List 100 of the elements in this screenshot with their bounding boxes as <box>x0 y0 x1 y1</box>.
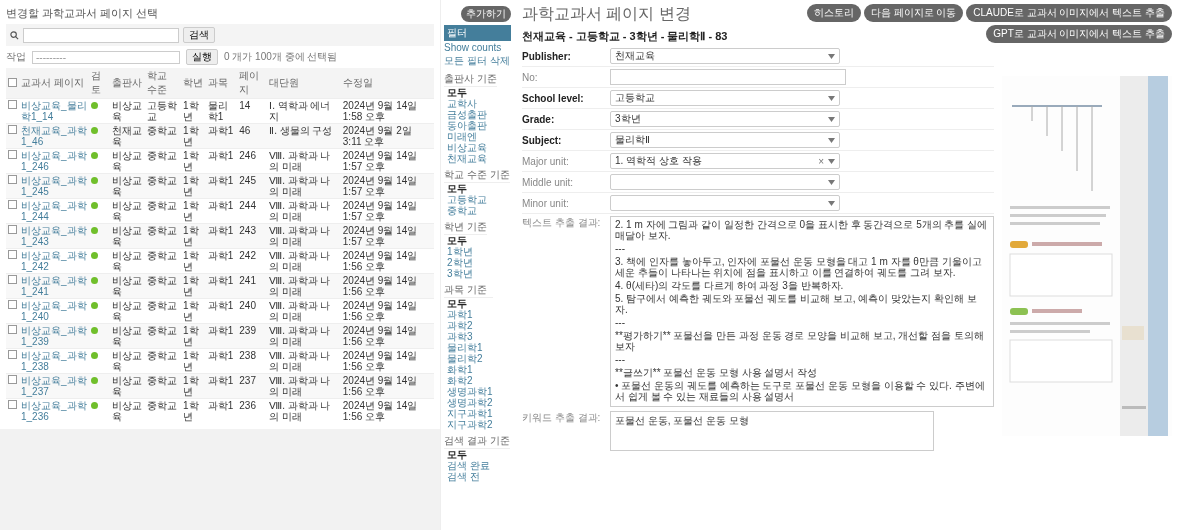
filter-option[interactable]: 금성출판 <box>444 109 497 120</box>
text-area[interactable]: 2. 1 m 자에 그림과 같이 일정한 간격으로 0을 표시한 후 동간격으로 5개의 추를 실에 매달아 보자. --- 3. 책에 인자를 놓아두고, 인자에 포물선 운동 모형을 대고 1 m 자를 θ만큼 기울이고 세운 추들이 나타나는 위치에 점을 표시하고 이를 연결하여 궤도를 그려 보자. 4. θ(세타)의 각도를 다르게 하여 과정 3을 반복하자. 5. 탐구에서 예측한 궤도와 포물선 궤도를 비교해 보고, 예측이 맞았는지 확인해 보자. --- **평가하기** 포물선을 만든 과정 운동 경로 모양을 비교해 보고, 개선할 점을 토의해 보자 --- **글쓰기** 포물선 운동 모형 사용 설명서 작성 • 포물선 운동의 궤도를 예측하는 도구로 포물선 운동 모형을 이용할 수 있다. 주변에서 쉽게 볼 수 있는 재료들의 사용 설명서 <box>610 216 994 407</box>
filter-option[interactable]: 비상교육 <box>444 142 497 153</box>
filter-option[interactable]: 생명과학2 <box>444 397 493 408</box>
select-field[interactable]: 천재교육 <box>610 48 840 64</box>
clear-icon[interactable]: × <box>818 155 824 167</box>
action-button[interactable]: CLAUDE로 교과서 이미지에서 텍스트 추출 <box>966 4 1172 22</box>
filter-section-title: 출판사 기준 <box>444 72 497 87</box>
add-button[interactable]: 추가하기 <box>461 6 511 22</box>
filter-option[interactable]: 과학1 <box>444 309 493 320</box>
row-checkbox[interactable] <box>8 150 17 159</box>
row-checkbox[interactable] <box>8 275 17 284</box>
search-field[interactable] <box>23 27 179 43</box>
row-checkbox[interactable] <box>8 300 17 309</box>
row-checkbox[interactable] <box>8 175 17 184</box>
row-checkbox[interactable] <box>8 225 17 234</box>
filter-option[interactable]: 모두 <box>444 183 510 194</box>
filter-option[interactable]: 동아출판 <box>444 120 497 131</box>
filter-option[interactable]: 화학1 <box>444 364 493 375</box>
row-link[interactable]: 비상교육_과학1_245 <box>21 175 87 197</box>
column-header[interactable]: 수정일 <box>340 68 434 99</box>
filter-option[interactable]: 모두 <box>444 298 493 309</box>
filter-option[interactable]: 2학년 <box>444 257 487 268</box>
filter-option[interactable]: 과학3 <box>444 331 493 342</box>
input-field[interactable] <box>610 69 846 85</box>
table-cell: 2024년 9월 14일 1:56 오후 <box>340 273 434 299</box>
row-link[interactable]: 비상교육_과학1_242 <box>21 250 87 272</box>
table-cell: 중학교 <box>144 273 182 299</box>
select-all-checkbox[interactable] <box>8 77 17 87</box>
filter-option[interactable]: 물리학2 <box>444 353 493 364</box>
row-link[interactable]: 비상교육_과학1_246 <box>21 150 87 172</box>
column-header[interactable]: 검토 <box>89 68 110 99</box>
field-label: Subject: <box>522 134 563 146</box>
row-link[interactable]: 비상교육_과학1_239 <box>21 325 87 347</box>
filter-section-title: 과목 기준 <box>444 283 493 298</box>
row-link[interactable]: 비상교육_과학1_240 <box>21 300 87 322</box>
row-link[interactable]: 비상교육_물리학1_14 <box>21 100 87 122</box>
filter-option[interactable]: 지구과학2 <box>444 419 493 430</box>
filter-option[interactable]: 천재교육 <box>444 153 497 164</box>
row-checkbox[interactable] <box>8 325 17 334</box>
action-button[interactable]: 다음 페이지로 이동 <box>863 4 964 22</box>
select-field[interactable] <box>610 195 840 211</box>
filter-option[interactable]: 모두 <box>444 87 497 98</box>
table-cell: 중학교 <box>144 223 182 249</box>
filter-section-title: 학교 수준 기준 <box>444 168 510 183</box>
filter-option[interactable]: 모두 <box>444 235 487 246</box>
field-label: Major unit: <box>522 155 570 167</box>
row-checkbox[interactable] <box>8 100 17 109</box>
row-checkbox[interactable] <box>8 350 17 359</box>
show-counts-link[interactable]: Show counts <box>444 42 502 53</box>
column-header[interactable]: 출판사 <box>109 68 145 99</box>
filter-option[interactable]: 화학2 <box>444 375 493 386</box>
filter-option[interactable]: 미래엔 <box>444 131 497 142</box>
column-header[interactable]: 페이지 <box>237 68 268 99</box>
row-checkbox[interactable] <box>8 125 17 134</box>
filter-option[interactable]: 검색 완료 <box>444 460 510 471</box>
column-header[interactable]: 학년 <box>181 68 206 99</box>
search-button[interactable]: 검색 <box>183 27 215 43</box>
column-header[interactable]: 과목 <box>205 68 238 99</box>
column-header[interactable]: 교과서 페이지 <box>19 68 89 99</box>
row-checkbox[interactable] <box>8 400 17 409</box>
row-link[interactable]: 비상교육_과학1_244 <box>21 200 87 222</box>
action-dropdown[interactable]: --------- <box>32 50 180 64</box>
filter-option[interactable]: 교학사 <box>444 98 497 109</box>
filter-option[interactable]: 중학교 <box>444 205 510 216</box>
filter-option[interactable]: 모두 <box>444 449 510 460</box>
column-header[interactable]: 대단원 <box>267 68 341 99</box>
clear-filters-link[interactable]: 모든 필터 삭제 <box>444 54 510 68</box>
action-button[interactable]: GPT로 교과서 이미지에서 텍스트 추출 <box>986 25 1172 43</box>
filter-option[interactable]: 고등학교 <box>444 194 510 205</box>
table-cell: 1학년 <box>181 398 206 423</box>
action-button[interactable]: 히스토리 <box>806 4 861 22</box>
filter-option[interactable]: 3학년 <box>444 268 487 279</box>
row-checkbox[interactable] <box>8 200 17 209</box>
filter-option[interactable]: 지구과학1 <box>444 408 493 419</box>
filter-option[interactable]: 검색 전 <box>444 471 510 482</box>
select-field[interactable]: 고등학교 <box>610 90 840 106</box>
filter-option[interactable]: 생명과학1 <box>444 386 493 397</box>
field-label: Publisher: <box>522 50 572 62</box>
text-area[interactable]: 포물선 운동, 포물선 운동 모형 <box>610 411 934 451</box>
row-link[interactable]: 천재교육_과학1_46 <box>21 125 87 147</box>
row-checkbox[interactable] <box>8 375 17 384</box>
select-field[interactable]: 1. 역학적 상호 작용 × <box>610 153 840 169</box>
select-field[interactable] <box>610 174 840 190</box>
filter-option[interactable]: 1학년 <box>444 246 487 257</box>
table-cell: 과학1 <box>205 173 238 199</box>
column-header[interactable]: 학교 수준 <box>144 68 182 99</box>
select-field[interactable]: 물리학Ⅱ <box>610 132 840 148</box>
select-field[interactable]: 3학년 <box>610 111 840 127</box>
row-link[interactable]: 비상교육_과학1_238 <box>21 350 87 372</box>
filter-option[interactable]: 물리학1 <box>444 342 493 353</box>
filter-section-title: 학년 기준 <box>444 220 487 235</box>
row-link[interactable]: 비상교육_과학1_237 <box>21 375 87 397</box>
filter-option[interactable]: 과학2 <box>444 320 493 331</box>
row-checkbox[interactable] <box>8 250 17 259</box>
table-cell: 과학1 <box>205 373 238 399</box>
row-link[interactable]: 비상교육_과학1_236 <box>21 400 87 422</box>
row-link[interactable]: 비상교육_과학1_241 <box>21 275 87 297</box>
run-button[interactable]: 실행 <box>186 49 218 65</box>
row-link[interactable]: 비상교육_과학1_243 <box>21 225 87 247</box>
